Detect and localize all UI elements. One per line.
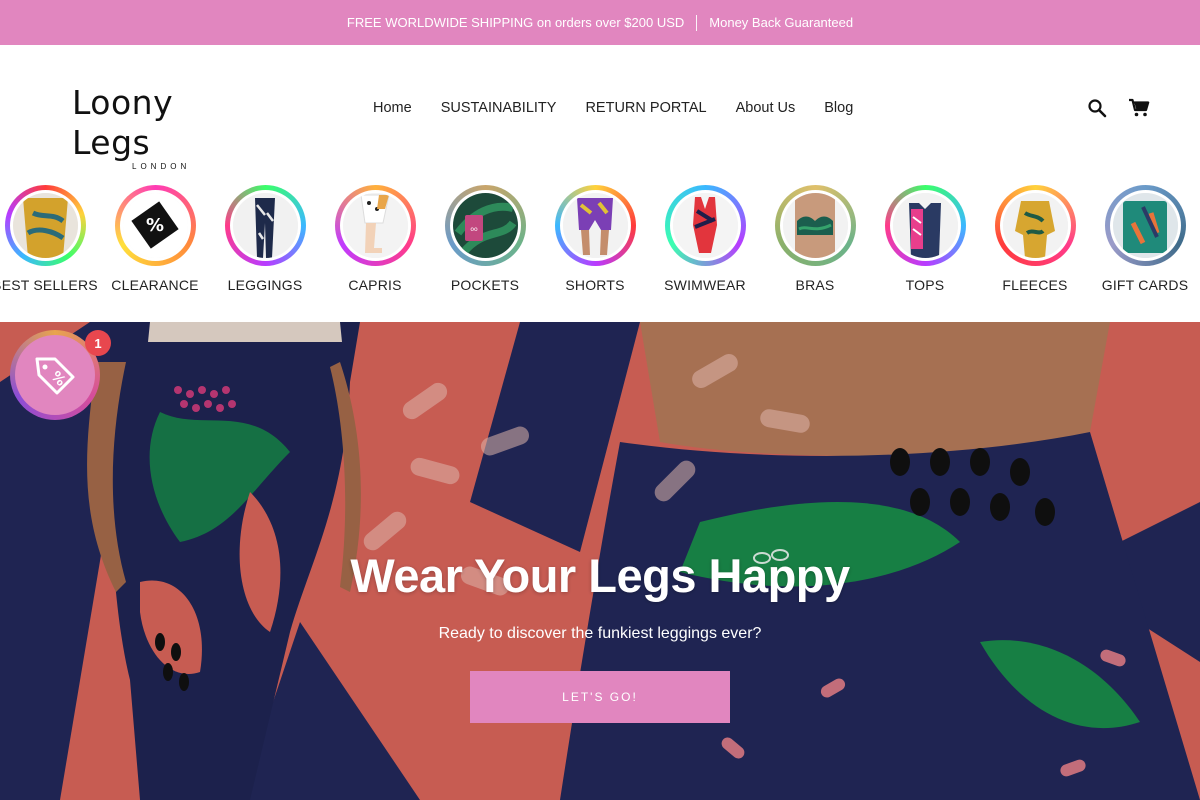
best-sellers-thumbnail <box>12 193 78 258</box>
nav-about-us[interactable]: About Us <box>736 100 796 116</box>
category-leggings[interactable]: LEGGINGS <box>210 185 320 294</box>
category-label: GIFT CARDS <box>1101 277 1189 293</box>
notification-badge: 1 <box>85 330 111 356</box>
nav-blog[interactable]: Blog <box>824 100 853 116</box>
leggings-thumbnail <box>232 193 298 258</box>
main-nav: Home SUSTAINABILITY RETURN PORTAL About … <box>373 100 882 116</box>
category-bras[interactable]: BRAS <box>760 185 870 294</box>
category-label: POCKETS <box>450 277 520 293</box>
category-shorts[interactable]: SHORTS <box>540 185 650 294</box>
discount-tag-icon: % <box>35 357 75 395</box>
guarantee-message: Money Back Guaranteed <box>709 15 854 30</box>
category-clearance[interactable]: % CLEARANCE <box>100 185 210 294</box>
category-tops[interactable]: TOPS <box>870 185 980 294</box>
nav-return-portal[interactable]: RETURN PORTAL <box>585 100 706 116</box>
lets-go-button[interactable]: LET'S GO! <box>470 671 730 723</box>
shipping-message: FREE WORLDWIDE SHIPPING on orders over $… <box>346 15 685 30</box>
category-best-sellers[interactable]: BEST SELLERS <box>0 185 100 294</box>
category-label: FLEECES <box>1002 277 1068 293</box>
category-label: CLEARANCE <box>111 277 199 293</box>
category-pockets[interactable]: oo POCKETS <box>430 185 540 294</box>
brand-name: Loony Legs <box>72 83 174 162</box>
nav-home[interactable]: Home <box>373 100 412 116</box>
site-header: Loony Legs LONDON Home SUSTAINABILITY RE… <box>0 45 1200 173</box>
announcement-divider <box>696 14 698 31</box>
pockets-thumbnail: oo <box>452 193 518 258</box>
capris-thumbnail <box>342 193 408 258</box>
category-label: CAPRIS <box>348 277 402 293</box>
category-label: BEST SELLERS <box>0 277 98 293</box>
hero-subtitle: Ready to discover the funkiest leggings … <box>438 625 762 642</box>
category-swimwear[interactable]: SWIMWEAR <box>650 185 760 294</box>
category-label: TOPS <box>905 277 945 293</box>
gift-cards-thumbnail <box>1112 193 1178 258</box>
tops-thumbnail <box>892 193 958 258</box>
discount-widget[interactable]: % 1 <box>10 330 111 420</box>
svg-text:%: % <box>145 215 163 236</box>
category-gift-cards[interactable]: GIFT CARDS <box>1090 185 1200 294</box>
bras-thumbnail <box>782 193 848 258</box>
header-actions <box>1086 97 1150 119</box>
fleeces-thumbnail <box>1002 193 1068 258</box>
hero-banner: Wear Your Legs Happy Ready to discover t… <box>0 322 1200 800</box>
swimwear-thumbnail <box>672 193 738 258</box>
hero-title: Wear Your Legs Happy <box>350 549 850 602</box>
category-label: BRAS <box>795 277 835 293</box>
brand-logo[interactable]: Loony Legs LONDON <box>72 83 252 171</box>
category-label: SWIMWEAR <box>664 277 746 293</box>
shorts-thumbnail <box>562 193 628 258</box>
cart-icon[interactable] <box>1128 97 1150 119</box>
category-label: LEGGINGS <box>227 277 303 293</box>
category-strip: BEST SELLERS % CLEARANCE LEGGINGS CAPRIS… <box>0 173 1200 322</box>
clearance-thumbnail: % <box>122 193 188 258</box>
nav-sustainability[interactable]: SUSTAINABILITY <box>441 100 557 116</box>
svg-text:oo: oo <box>470 226 478 233</box>
brand-location: LONDON <box>132 162 191 171</box>
category-capris[interactable]: CAPRIS <box>320 185 430 294</box>
category-fleeces[interactable]: FLEECES <box>980 185 1090 294</box>
announcement-bar: FREE WORLDWIDE SHIPPING on orders over $… <box>0 0 1200 45</box>
search-icon[interactable] <box>1086 97 1108 119</box>
category-label: SHORTS <box>565 277 625 293</box>
